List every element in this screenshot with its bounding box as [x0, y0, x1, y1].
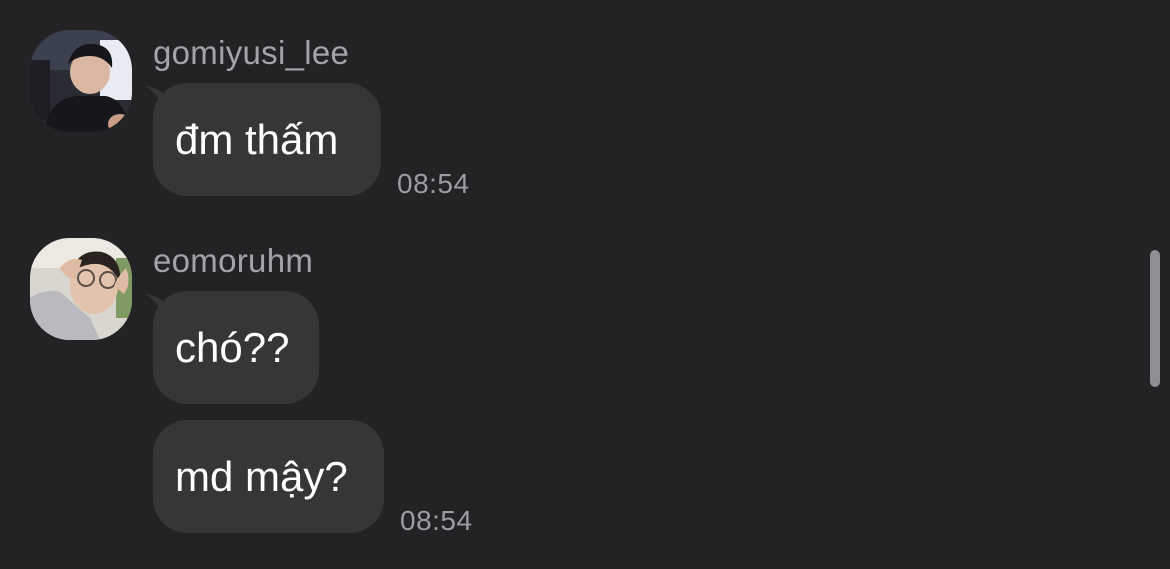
- username-gomiyusi-lee[interactable]: gomiyusi_lee: [153, 34, 349, 72]
- scrollbar-thumb[interactable]: [1150, 250, 1160, 387]
- message-timestamp: 08:54: [397, 168, 470, 199]
- avatar-gomiyusi-lee[interactable]: [30, 30, 132, 132]
- message-timestamp: 08:54: [400, 505, 473, 536]
- message-bubble[interactable]: đm thấm: [153, 83, 381, 196]
- message-bubble[interactable]: md mậy?: [153, 420, 384, 533]
- username-eomoruhm[interactable]: eomoruhm: [153, 242, 313, 280]
- message-bubble[interactable]: chó??: [153, 291, 319, 404]
- avatar-eomoruhm[interactable]: [30, 238, 132, 340]
